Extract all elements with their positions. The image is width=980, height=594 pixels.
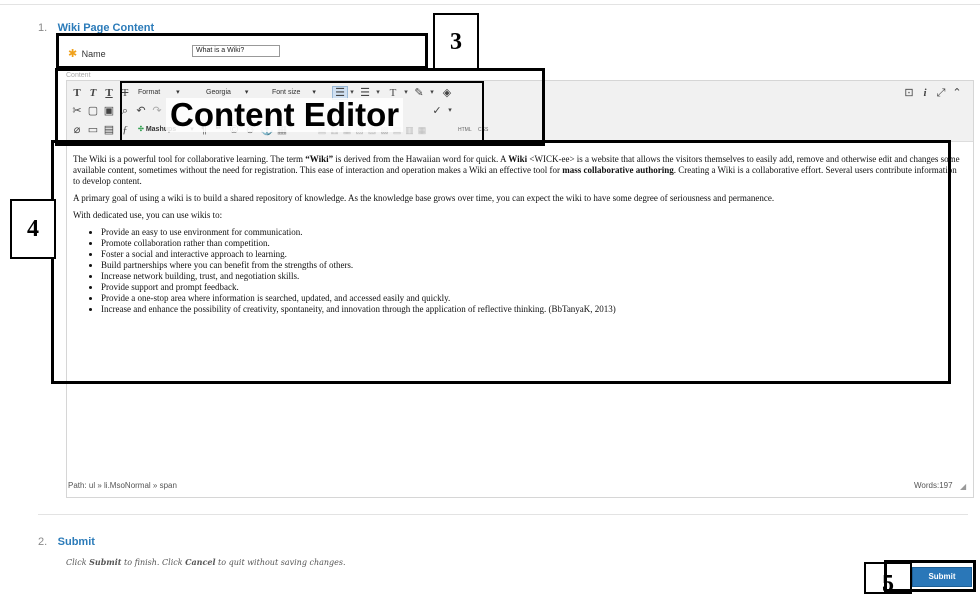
editor-path: Path: ul » li.MsoNormal » span [68,481,177,490]
annotation-box-content [51,140,951,384]
annotation-number-4: 4 [10,199,56,259]
instr-text-c: to finish. Click [121,558,186,567]
instr-text-a: Click [66,558,90,567]
instr-bold-submit: Submit [89,557,122,567]
word-count: Words:197 [914,481,953,490]
preview-icon[interactable]: ⊡ [902,86,916,100]
collapse-toolbar-icon[interactable]: ⌃ [950,86,964,100]
section-1-number: 1. [38,22,48,34]
info-icon[interactable]: i [918,86,932,100]
annotation-label-content-editor: Content Editor [166,98,404,132]
fullscreen-icon[interactable]: ⤢ [934,86,948,100]
submit-instructions: Click Submit to finish. Click Cancel to … [66,557,346,567]
instr-text-e: to quit without saving changes. [215,558,346,567]
section-divider [38,514,968,515]
resize-handle-icon[interactable]: ◢ [960,482,966,491]
section-2-header: 2. Submit [38,532,95,550]
section-2-number: 2. [38,536,48,548]
annotation-box-name [56,33,428,69]
section-2-title: Submit [57,536,95,548]
instr-bold-cancel: Cancel [185,557,216,567]
annotation-number-3: 3 [433,13,479,71]
annotation-box-submit [884,560,976,592]
top-divider [0,4,980,5]
